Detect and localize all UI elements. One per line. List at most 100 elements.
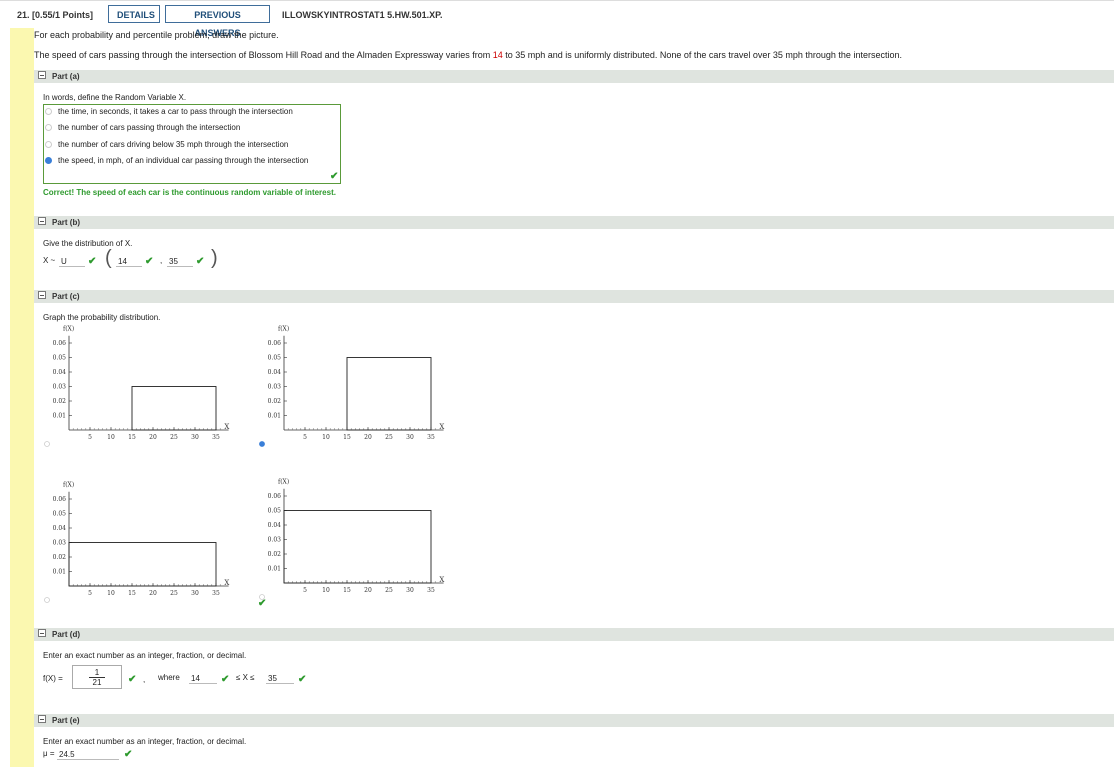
y-tick-label: 0.05: [53, 511, 67, 518]
part-a-header[interactable]: Part (a): [34, 70, 1114, 83]
y-tick-label: 0.05: [268, 508, 282, 515]
close-paren: ): [211, 247, 218, 269]
radio-icon[interactable]: [45, 108, 52, 116]
radio-selected-icon[interactable]: [45, 157, 52, 165]
radio-icon[interactable]: [45, 141, 52, 149]
y-tick-label: 0.04: [53, 369, 67, 376]
option-3[interactable]: the speed, in mph, of an individual car …: [45, 156, 308, 165]
check-icon: ✔: [145, 256, 154, 267]
x-tick-label: 5: [88, 590, 92, 597]
check-icon: ✔: [298, 674, 307, 685]
x-axis-label: X: [439, 423, 444, 431]
collapse-icon[interactable]: [38, 71, 46, 79]
question-number: 21.: [17, 10, 30, 20]
upper-bound-field[interactable]: 35: [266, 673, 294, 684]
param-comma: ,: [160, 256, 163, 265]
collapse-icon[interactable]: [38, 291, 46, 299]
details-button[interactable]: DETAILS: [108, 5, 160, 23]
part-a-title: Part (a): [52, 72, 80, 81]
y-tick-label: 0.06: [53, 340, 67, 347]
x-tick-label: 20: [149, 434, 157, 441]
y-tick-label: 0.02: [53, 554, 67, 561]
y-tick-label: 0.05: [53, 355, 67, 362]
collapse-icon[interactable]: [38, 715, 46, 723]
part-d-title: Part (d): [52, 630, 80, 639]
inequality-label: ≤ X ≤: [236, 673, 255, 682]
distribution-rectangle: [68, 542, 217, 587]
radio-icon: [44, 597, 50, 603]
option-2[interactable]: the number of cars driving below 35 mph …: [45, 140, 288, 149]
part-c-title: Part (c): [52, 292, 80, 301]
graph-option-0[interactable]: f(X) 0.01 0.02 0.03 0.04 0.05 0.06 5 10 15 20 25 30 3…: [40, 322, 240, 447]
distribution-rectangle: [131, 386, 217, 431]
x-tick-label: 10: [107, 434, 115, 441]
part-c-prompt: Graph the probability distribution.: [43, 313, 161, 322]
part-b-title: Part (b): [52, 218, 80, 227]
part-d-header[interactable]: Part (d): [34, 628, 1114, 641]
part-e-header[interactable]: Part (e): [34, 714, 1114, 727]
x-tick-label: 20: [364, 587, 372, 594]
radio-selected-icon: [259, 441, 265, 447]
lower-bound-field[interactable]: 14: [189, 673, 217, 684]
y-tick-label: 0.01: [268, 566, 281, 573]
distribution-x-label: X ~: [43, 256, 56, 265]
y-tick-label: 0.02: [268, 551, 282, 558]
problem-text-after: to 35 mph and is uniformly distributed. …: [502, 50, 902, 60]
check-icon: ✔: [88, 256, 97, 267]
x-tick-label: 30: [406, 587, 414, 594]
x-tick-label: 30: [406, 434, 414, 441]
x-tick-label: 35: [212, 590, 220, 597]
problem-text-before: The speed of cars passing through the in…: [34, 50, 493, 60]
part-a-prompt: In words, define the Random Variable X.: [43, 93, 187, 102]
graph-option-1[interactable]: f(X) 0.01 0.02 0.03 0.04 0.05 0.06 5 10 15 20 25 30 3…: [255, 322, 455, 447]
y-tick-label: 0.01: [268, 413, 281, 420]
question-points: [0.55/1 Points]: [32, 10, 94, 20]
mean-field[interactable]: 24.5: [57, 749, 119, 760]
x-tick-label: 35: [427, 434, 435, 441]
check-icon: ✔: [258, 598, 267, 609]
problem-statement: The speed of cars passing through the in…: [34, 50, 902, 60]
y-axis-label: f(X): [278, 326, 289, 333]
y-tick-label: 0.02: [53, 398, 67, 405]
x-tick-label: 25: [170, 434, 178, 441]
radio-icon[interactable]: [45, 124, 52, 132]
x-tick-label: 10: [107, 590, 115, 597]
question-code: ILLOWSKYINTROSTAT1 5.HW.501.XP.: [282, 10, 443, 20]
problem-low-value: 14: [492, 50, 503, 60]
part-c-header[interactable]: Part (c): [34, 290, 1114, 303]
x-tick-label: 35: [427, 587, 435, 594]
y-tick-label: 0.04: [268, 522, 282, 529]
collapse-icon[interactable]: [38, 217, 46, 225]
x-tick-label: 15: [343, 434, 351, 441]
x-axis-label: X: [224, 579, 229, 587]
y-tick-label: 0.01: [53, 569, 66, 576]
fx-comma: ,: [143, 675, 146, 684]
option-0-label: the time, in seconds, it takes a car to …: [58, 107, 293, 116]
part-b-header[interactable]: Part (b): [34, 216, 1114, 229]
check-icon: ✔: [330, 171, 339, 182]
y-tick-label: 0.03: [268, 537, 282, 544]
y-tick-label: 0.03: [53, 384, 67, 391]
x-tick-label: 10: [322, 434, 330, 441]
y-tick-label: 0.03: [53, 540, 67, 547]
x-tick-label: 35: [212, 434, 220, 441]
distribution-type-field[interactable]: U: [59, 256, 85, 267]
check-icon: ✔: [128, 674, 137, 685]
y-tick-label: 0.01: [53, 413, 66, 420]
param-b-field[interactable]: 35: [167, 256, 193, 267]
x-tick-label: 30: [191, 434, 199, 441]
question-header: 21. [0.55/1 Points]: [17, 10, 93, 20]
graph-option-2[interactable]: f(X) 0.01 0.02 0.03 0.04 0.05 0.06 5 10 15 20 25 30 3…: [40, 478, 240, 603]
graph-option-3[interactable]: f(X) 0.01 0.02 0.03 0.04 0.05 0.06 5 10 15 20 25 30 3…: [255, 475, 455, 600]
part-e-title: Part (e): [52, 716, 80, 725]
y-axis-label: f(X): [63, 326, 74, 333]
option-1[interactable]: the number of cars passing through the i…: [45, 123, 240, 132]
option-0[interactable]: the time, in seconds, it takes a car to …: [45, 107, 293, 116]
param-a-field[interactable]: 14: [116, 256, 142, 267]
previous-answers-button[interactable]: PREVIOUS ANSWERS: [165, 5, 270, 38]
option-2-label: the number of cars driving below 35 mph …: [58, 140, 289, 149]
y-tick-label: 0.06: [268, 340, 282, 347]
collapse-icon[interactable]: [38, 629, 46, 637]
fx-fraction-field[interactable]: 1 21: [72, 665, 122, 689]
fraction-denominator: 21: [92, 678, 102, 687]
